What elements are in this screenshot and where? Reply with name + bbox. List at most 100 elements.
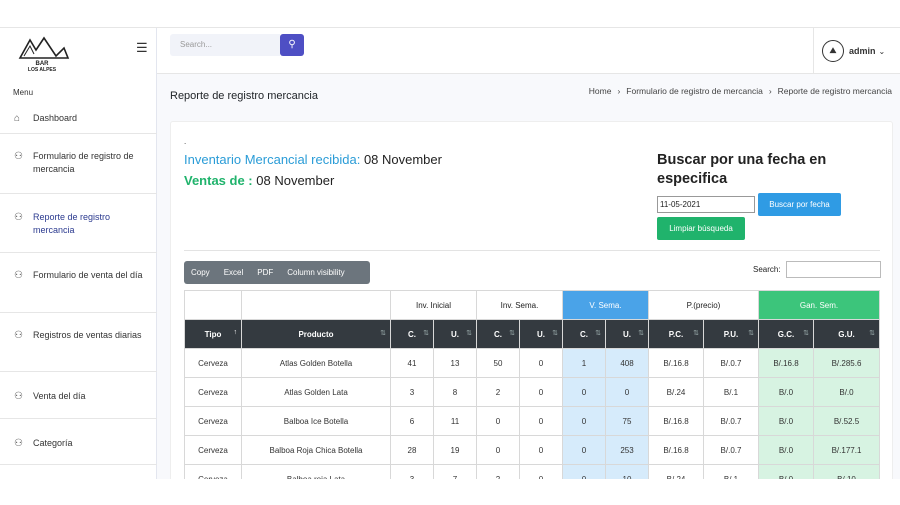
table-cell: 0 <box>519 348 563 378</box>
table-cell: Cerveza <box>184 464 242 479</box>
svg-text:LOS ALPES: LOS ALPES <box>28 67 57 73</box>
column-header[interactable]: C. ⇅ <box>476 319 520 349</box>
sort-icon: ⇅ <box>552 330 558 337</box>
pdf-button[interactable]: PDF <box>250 268 280 277</box>
table-cell: 75 <box>605 406 649 436</box>
column-header[interactable]: U. ⇅ <box>605 319 649 349</box>
users-icon: ⚇ <box>14 212 23 223</box>
column-header-label: Tipo <box>204 329 222 339</box>
users-icon: ⚇ <box>14 270 23 281</box>
breadcrumb: Home › Formulario de registro de mercancia… <box>589 86 892 96</box>
chevron-right-icon: › <box>617 86 621 96</box>
date-input[interactable]: 11-05-2021 <box>657 196 755 213</box>
group-empty <box>241 290 391 320</box>
search-input[interactable]: Search... <box>170 34 280 56</box>
ventas-value: 08 November <box>256 173 335 188</box>
sidebar-item-venta-dia[interactable]: ⚇ Venta del día <box>0 372 157 419</box>
column-header[interactable]: U. ⇅ <box>519 319 563 349</box>
column-header[interactable]: U. ⇅ <box>433 319 477 349</box>
table-cell: 50 <box>476 348 520 378</box>
table-cell: 0 <box>605 377 649 407</box>
avatar: ⛰ <box>822 40 844 62</box>
sort-icon: ⇅ <box>595 330 601 337</box>
column-header-label: G.C. <box>777 329 795 339</box>
column-visibility-button[interactable]: Column visibility <box>280 268 351 277</box>
column-header[interactable]: G.U. ⇅ <box>813 319 880 349</box>
table-row: Cerveza Atlas Golden Botella 41 13 50 0 1 408 B/… <box>184 348 880 378</box>
table-cell: 41 <box>390 348 434 378</box>
table-cell: 408 <box>605 348 649 378</box>
column-header[interactable]: C. ⇅ <box>390 319 434 349</box>
sort-asc-icon: ↑ <box>233 329 238 336</box>
table-cell: B/.16.8 <box>648 435 704 465</box>
column-header[interactable]: Tipo ↑ <box>184 319 242 349</box>
chevron-right-icon: › <box>768 86 772 96</box>
table-cell: 28 <box>390 435 434 465</box>
ventas-info: Ventas de : 08 November <box>184 173 334 188</box>
sort-icon: ⇅ <box>693 330 699 337</box>
brand-logo[interactable]: BAR LOS ALPES <box>14 32 70 74</box>
group-inv-inicial: Inv. Inicial <box>390 290 477 320</box>
sort-icon: ⇅ <box>748 330 754 337</box>
column-header-label: C. <box>580 329 588 339</box>
breadcrumb-home[interactable]: Home <box>589 86 612 96</box>
user-name: admin <box>849 46 876 56</box>
table-cell: 0 <box>562 377 606 407</box>
menu-toggle-icon[interactable]: ☰ <box>136 40 148 56</box>
sidebar-item-registros-ventas[interactable]: ⚇ Registros de ventas diarias <box>0 313 157 372</box>
table-cell: Atlas Golden Botella <box>241 348 391 378</box>
excel-button[interactable]: Excel <box>217 268 251 277</box>
table-cell: 253 <box>605 435 649 465</box>
group-gan-sem: Gan. Sem. <box>758 290 880 320</box>
group-v-sema: V. Sema. <box>562 290 649 320</box>
sidebar-item-categoria[interactable]: ⚇ Categoría <box>0 419 157 465</box>
group-header-row: Inv. Inicial Inv. Sema. V. Sema. P.(prec… <box>184 290 880 320</box>
users-icon: ⚇ <box>14 391 23 402</box>
table-search-input[interactable] <box>786 261 881 278</box>
table-cell: 13 <box>433 348 477 378</box>
user-menu[interactable]: ⛰ admin ⌄ <box>813 28 900 74</box>
table-cell: 10 <box>605 464 649 479</box>
column-header[interactable]: Producto ⇅ <box>241 319 391 349</box>
inventario-label: Inventario Mercancial recibida: <box>184 152 361 167</box>
table-cell: Cerveza <box>184 435 242 465</box>
column-header-label: P.U. <box>723 329 739 339</box>
table-body: Cerveza Atlas Golden Botella 41 13 50 0 1 408 B/… <box>184 348 880 479</box>
table-cell: B/.0 <box>758 406 814 436</box>
inventory-table: Inv. Inicial Inv. Sema. V. Sema. P.(prec… <box>184 290 880 479</box>
table-cell: 0 <box>519 464 563 479</box>
sort-icon: ⇅ <box>466 330 472 337</box>
column-header[interactable]: G.C. ⇅ <box>758 319 814 349</box>
table-cell: 1 <box>562 348 606 378</box>
sidebar-item-dashboard[interactable]: ⌂ Dashboard <box>0 100 157 134</box>
sidebar-item-formulario-registro[interactable]: ⚇ Formulario de registro de mercancia <box>0 134 157 194</box>
table-cell: 2 <box>476 377 520 407</box>
breadcrumb-formulario[interactable]: Formulario de registro de mercancia <box>626 86 763 96</box>
fecha-search-title: Buscar por una fecha en especifica <box>657 152 827 187</box>
column-header[interactable]: P.U. ⇅ <box>703 319 759 349</box>
column-header[interactable]: P.C. ⇅ <box>648 319 704 349</box>
sort-icon: ⇅ <box>869 330 875 337</box>
buscar-por-fecha-button[interactable]: Buscar por fecha <box>758 193 841 216</box>
table-cell: 7 <box>433 464 477 479</box>
column-header[interactable]: C. ⇅ <box>562 319 606 349</box>
table-cell: B/.285.6 <box>813 348 880 378</box>
sidebar-item-reporte-registro[interactable]: ⚇ Reporte de registro mercancia <box>0 194 157 253</box>
copy-button[interactable]: Copy <box>184 268 217 277</box>
search-button[interactable]: ⚲ <box>280 34 304 56</box>
sidebar-item-formulario-venta[interactable]: ⚇ Formulario de venta del día <box>0 253 157 313</box>
users-icon: ⚇ <box>14 438 23 449</box>
table-cell: B/.24 <box>648 377 704 407</box>
table-cell: B/.24 <box>648 464 704 479</box>
sidebar-item-label: Reporte de registro mercancia <box>33 212 111 235</box>
group-inv-sema: Inv. Sema. <box>476 290 563 320</box>
limpiar-busqueda-button[interactable]: Limpiar búsqueda <box>657 217 745 240</box>
menu-label: Menu <box>13 88 34 97</box>
table-cell: B/.0.7 <box>703 348 759 378</box>
sidebar-item-label: Categoría <box>33 438 73 448</box>
table-cell: B/.177.1 <box>813 435 880 465</box>
table-row: Cerveza Balboa Ice Botella 6 11 0 0 0 75 B/.16.8… <box>184 406 880 436</box>
table-cell: Balboa Ice Botella <box>241 406 391 436</box>
card-dot: . <box>184 137 187 146</box>
table-cell: B/.52.5 <box>813 406 880 436</box>
